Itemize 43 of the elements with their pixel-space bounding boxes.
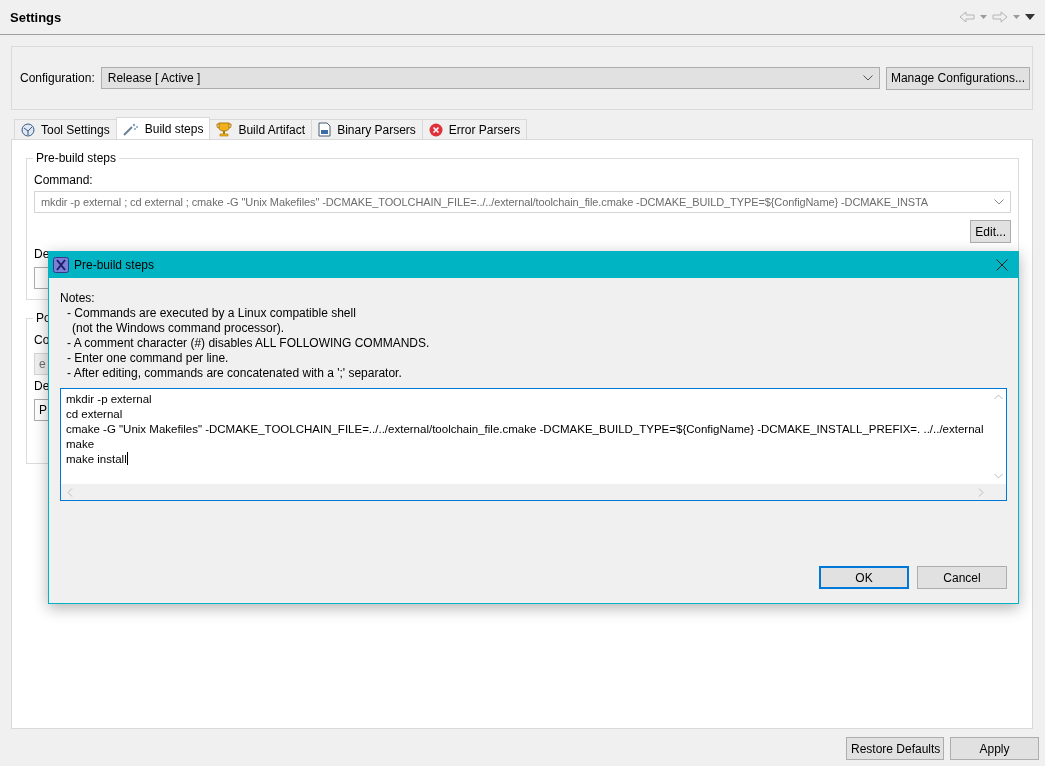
dialog-title: Pre-build steps: [74, 258, 155, 272]
app-icon: [53, 257, 69, 273]
scroll-right-icon[interactable]: [978, 487, 984, 497]
globe-icon: [21, 122, 35, 137]
configuration-dropdown[interactable]: Release [ Active ]: [100, 67, 880, 89]
tab[interactable]: Binary Parsers: [311, 119, 423, 139]
manage-configurations-button[interactable]: Manage Configurations...: [885, 66, 1030, 90]
tab[interactable]: Tool Settings: [14, 119, 117, 139]
dialog-button[interactable]: Cancel: [917, 566, 1007, 589]
note-text: - Enter one command per line.: [66, 351, 230, 366]
tab[interactable]: Error Parsers: [421, 119, 528, 139]
commands-text-area[interactable]: mkdir -p external cd external cmake -G "Unix Makefiles" -DCMAKE_TOOLCHAIN_FILE=../../external/toolchain_file.cmake -DCMAKE_BUILD_TYPE=${ConfigName} -DCMAKE_INSTALL_PREFIX=. ../../external make make install: [60, 388, 1007, 501]
scroll-down-icon[interactable]: [993, 473, 1003, 479]
description-label: De: [34, 247, 51, 261]
forward-arrow-icon[interactable]: [992, 11, 1008, 23]
scroll-up-icon[interactable]: [993, 394, 1003, 400]
command-label: Command:: [34, 173, 94, 187]
edit-button[interactable]: Edit...: [970, 220, 1011, 243]
dialog-button[interactable]: Restore Defaults: [846, 737, 944, 760]
wand-icon: [122, 121, 139, 136]
back-arrow-icon[interactable]: [959, 11, 975, 23]
view-menu-icon[interactable]: [1025, 14, 1035, 20]
note-text: - Commands are executed by a Linux compatible shell: [66, 306, 357, 321]
dropdown-caret-icon[interactable]: [1013, 15, 1020, 19]
group-title: Pre-build steps: [33, 151, 120, 165]
configuration-label: Configuration:: [20, 71, 95, 85]
trophy-icon: [216, 122, 233, 137]
command-dropdown[interactable]: mkdir -p external ; cd external ; cmake -G "Unix Makefiles" -DCMAKE_TOOLCHAIN_FILE=../../external/toolchain_file.cmake -DCMAKE_BUILD_TYPE=${ConfigName} -DCMAKE_INSTA: [34, 191, 1011, 213]
scroll-left-icon[interactable]: [67, 487, 73, 497]
note-text: (not the Windows command processor).: [71, 321, 286, 336]
dialog-button[interactable]: Apply: [950, 737, 1039, 760]
description-label: De: [34, 379, 51, 393]
dialog-button[interactable]: OK: [819, 566, 909, 589]
tab[interactable]: Build steps: [115, 117, 211, 139]
view-title: Settings: [10, 9, 62, 25]
close-icon[interactable]: [996, 259, 1008, 271]
error-icon: [428, 122, 443, 137]
note-text: - A comment character (#) disables ALL FOLLOWING COMMANDS.: [66, 336, 431, 351]
tab[interactable]: Build Artifact: [209, 119, 313, 139]
note-text: - After editing, commands are concatenated with a ';' separator.: [66, 366, 403, 381]
binary-file-icon: [318, 122, 332, 137]
notes-heading: Notes:: [60, 291, 96, 306]
dropdown-caret-icon[interactable]: [980, 15, 987, 19]
